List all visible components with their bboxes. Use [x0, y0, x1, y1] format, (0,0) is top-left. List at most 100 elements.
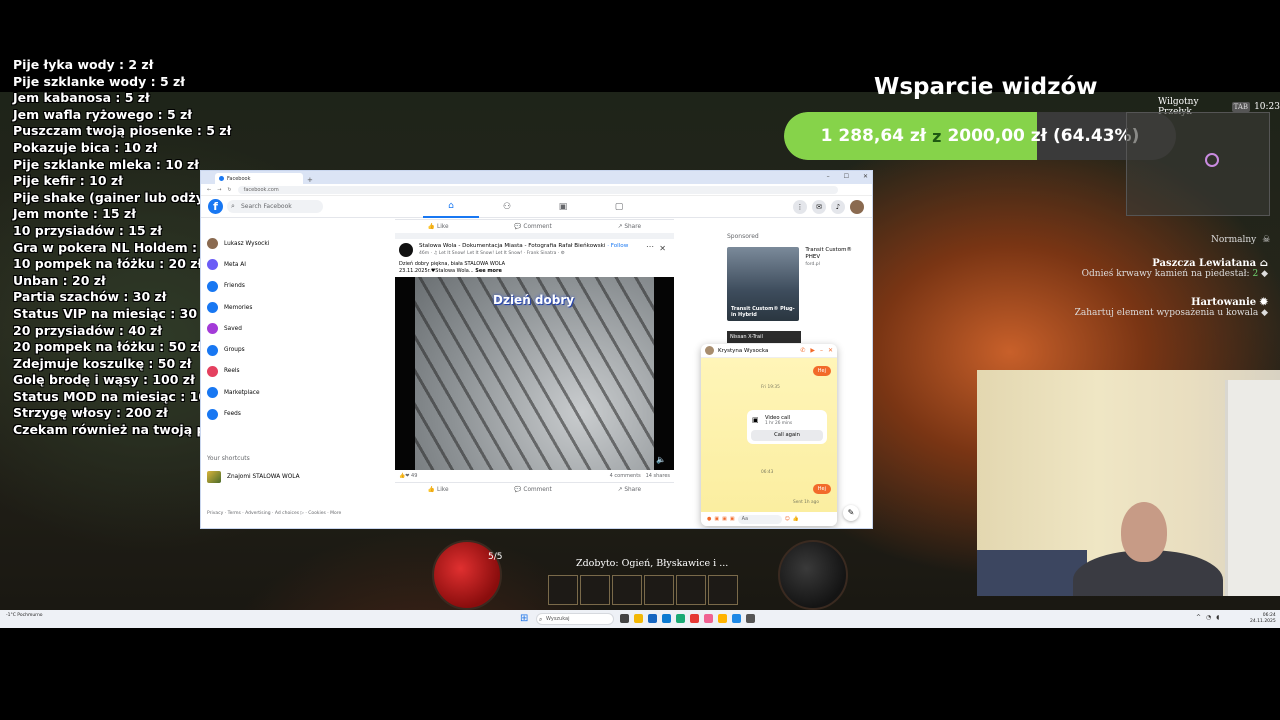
chevron-up-icon[interactable]: ^: [1196, 614, 1201, 621]
difficulty-indicator: Normalny ☠: [1211, 235, 1270, 245]
new-message-icon[interactable]: ✎: [843, 505, 859, 521]
skill-slot[interactable]: [644, 575, 674, 605]
url-field[interactable]: facebook.com: [237, 185, 838, 194]
minimize-icon[interactable]: –: [820, 347, 823, 354]
comment-button[interactable]: 💬 Comment: [514, 224, 551, 230]
mic-icon[interactable]: ●: [707, 516, 711, 522]
emoji-icon[interactable]: ☺: [785, 516, 790, 522]
skill-slot[interactable]: [548, 575, 578, 605]
taskbar-search-input[interactable]: Wyszukaj: [536, 613, 614, 625]
more-options-icon[interactable]: ⋯: [646, 242, 654, 251]
app-icon[interactable]: [718, 614, 727, 623]
minimize-button[interactable]: –: [827, 173, 830, 180]
phone-icon[interactable]: ✆: [800, 347, 805, 354]
sponsored-ad[interactable]: Transit Custom® Plug-in Hybrid Transit C…: [727, 247, 867, 321]
store-icon[interactable]: [648, 614, 657, 623]
facebook-header: f Search Facebook ⌂ ⚇ ▣ ▢ ⋮ ✉ ♪: [201, 196, 872, 218]
sidebar-item[interactable]: Feeds: [207, 403, 347, 424]
app-icon[interactable]: [704, 614, 713, 623]
marketplace-icon: [207, 387, 218, 399]
task-view-icon[interactable]: [620, 614, 629, 623]
share-button[interactable]: ↗ Share: [618, 224, 641, 230]
chat-header[interactable]: Krystyna Wysocka ✆ ▶ – ✕: [701, 344, 837, 358]
window-controls: – ☐ ✕: [827, 173, 868, 180]
like-icon[interactable]: 👍: [793, 516, 799, 522]
notifications-icon[interactable]: ♪: [831, 200, 845, 214]
call-again-button[interactable]: Call again: [751, 430, 823, 441]
engagement-stats[interactable]: 4 comments 14 shares: [610, 473, 670, 479]
new-tab-button[interactable]: +: [307, 176, 313, 184]
close-icon[interactable]: ✕: [659, 244, 666, 253]
weather-widget[interactable]: -1°C Pochmurno: [6, 613, 43, 618]
sidebar-item[interactable]: Lukasz Wysocki: [207, 233, 347, 254]
browser-window[interactable]: Facebook + – ☐ ✕ ← → ↻ facebook.com f Se…: [200, 170, 873, 529]
previous-post-actions: 👍 Like 💬 Comment ↗ Share: [395, 219, 674, 233]
volume-icon[interactable]: ◖: [1216, 614, 1219, 621]
video-icon[interactable]: ▶: [810, 347, 815, 354]
taskbar-clock[interactable]: 06:24 24.11.2025: [1250, 613, 1276, 624]
menu-grid-icon[interactable]: ⋮: [793, 200, 807, 214]
wifi-icon[interactable]: ◔: [1206, 614, 1211, 621]
post-author[interactable]: Stalowa Wola - Dokumentacja Miasta - Fot…: [419, 243, 628, 249]
app-icon[interactable]: [676, 614, 685, 623]
back-icon[interactable]: ←: [207, 187, 211, 193]
reaction-count[interactable]: 👍❤ 49: [399, 473, 417, 479]
shortcut-item[interactable]: Znajomi STALOWA WOLA: [207, 471, 300, 483]
close-icon[interactable]: ✕: [828, 347, 833, 354]
minimap[interactable]: [1126, 112, 1270, 216]
like-button[interactable]: 👍 Like: [428, 487, 449, 493]
sidebar-item[interactable]: Friends: [207, 276, 347, 297]
sidebar-item[interactable]: Memories: [207, 297, 347, 318]
messenger-icon[interactable]: ✉: [812, 200, 826, 214]
skill-slot[interactable]: [612, 575, 642, 605]
quest-entry[interactable]: Paszcza Lewiatana ⌂ Odnieś krwawy kamień…: [1082, 258, 1268, 279]
home-icon[interactable]: ⌂: [423, 196, 479, 218]
video-camera-icon: ▣: [752, 416, 759, 424]
image-icon[interactable]: ▣: [714, 516, 719, 522]
share-button[interactable]: ↗ Share: [618, 487, 641, 493]
browser-tab[interactable]: Facebook: [215, 173, 303, 184]
call-duration: 1 hr 26 mins: [765, 421, 793, 426]
comment-button[interactable]: 💬 Comment: [514, 487, 551, 493]
sidebar-item[interactable]: Marketplace: [207, 382, 347, 403]
donation-item: Pokazuje bica : 10 zł: [13, 139, 158, 155]
ad-title: Transit Custom® PHEV: [805, 247, 852, 260]
sidebar-item[interactable]: Meta AI: [207, 254, 347, 275]
maximize-button[interactable]: ☐: [844, 173, 849, 180]
sidebar-item[interactable]: Reels: [207, 361, 347, 382]
profile-avatar[interactable]: [850, 200, 864, 214]
messenger-chat-window[interactable]: Krystyna Wysocka ✆ ▶ – ✕ Hej Fri 19:35 ▣…: [701, 344, 837, 526]
sidebar-item[interactable]: Groups: [207, 339, 347, 360]
facebook-logo-icon[interactable]: f: [208, 199, 223, 214]
post-author-avatar[interactable]: [399, 243, 413, 257]
facebook-footer-links[interactable]: Privacy · Terms · Advertising · Ad choic…: [207, 511, 347, 517]
close-window-button[interactable]: ✕: [863, 173, 868, 180]
skill-slot[interactable]: [708, 575, 738, 605]
see-more-link[interactable]: See more: [475, 268, 502, 274]
gaming-icon[interactable]: ▢: [591, 196, 647, 218]
second-ad-image[interactable]: Nissan X-Trail: [727, 331, 801, 343]
chrome-icon[interactable]: [690, 614, 699, 623]
windows-start-icon[interactable]: ⊞: [520, 613, 528, 625]
like-button[interactable]: 👍 Like: [428, 224, 449, 230]
reload-icon[interactable]: ↻: [227, 187, 231, 193]
gif-icon[interactable]: ▣: [730, 516, 735, 522]
skill-slot[interactable]: [580, 575, 610, 605]
sidebar-item[interactable]: Saved: [207, 318, 347, 339]
friends-icon[interactable]: ⚇: [479, 196, 535, 218]
sticker-icon[interactable]: ▣: [722, 516, 727, 522]
quest-entry[interactable]: Hartowanie ✹ Zahartuj element wyposażeni…: [1075, 297, 1268, 318]
chat-message-input[interactable]: Aa: [737, 514, 782, 524]
follow-link[interactable]: · Follow: [607, 243, 628, 249]
app-icon[interactable]: [732, 614, 741, 623]
skill-slot[interactable]: [676, 575, 706, 605]
volume-icon[interactable]: 🔈: [656, 455, 666, 464]
app-icon[interactable]: [746, 614, 755, 623]
facebook-search-input[interactable]: Search Facebook: [227, 200, 323, 213]
marketplace-icon[interactable]: ▣: [535, 196, 591, 218]
edge-icon[interactable]: [662, 614, 671, 623]
file-explorer-icon[interactable]: [634, 614, 643, 623]
post-video[interactable]: Dzień dobry 🔈: [395, 277, 674, 470]
sidebar-item-label: Friends: [224, 283, 245, 290]
forward-icon[interactable]: →: [217, 187, 221, 193]
